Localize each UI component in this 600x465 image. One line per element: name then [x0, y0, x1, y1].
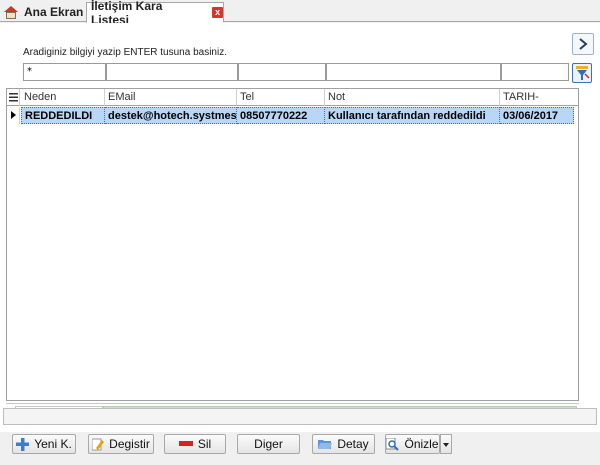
cell-neden[interactable]: REDDEDILDI	[21, 107, 105, 124]
tab-home[interactable]: Ana Ekran	[4, 2, 86, 22]
close-icon[interactable]: x	[212, 7, 223, 18]
filter-tel-input[interactable]	[238, 63, 326, 81]
search-panel: Aradiginiz bilgiyi yazip ENTER tusuna ba…	[6, 33, 594, 85]
minus-icon	[178, 441, 193, 446]
column-header-tarih[interactable]: TARIH-	[500, 89, 578, 106]
delete-label: Sil	[197, 437, 212, 451]
new-record-label: Yeni K.	[34, 437, 72, 451]
edit-icon	[92, 438, 105, 450]
column-header-neden[interactable]: Neden	[21, 89, 105, 106]
folder-icon	[318, 440, 333, 449]
other-label: Diger	[254, 437, 283, 451]
filter-button[interactable]	[572, 63, 592, 83]
cell-tel[interactable]: 08507770222	[237, 107, 325, 124]
new-record-button[interactable]: Yeni K.	[12, 434, 76, 454]
chevron-down-icon	[443, 443, 449, 447]
main-content: Aradiginiz bilgiyi yazip ENTER tusuna ba…	[0, 23, 600, 465]
grid-header: Neden EMail Tel Not TARIH-	[7, 89, 578, 106]
tab-bar: Ana Ekran İletişim Kara Listesi x	[0, 0, 600, 27]
home-icon	[4, 5, 18, 19]
search-hint: Aradiginiz bilgiyi yazip ENTER tusuna ba…	[23, 47, 227, 58]
filter-tarih-input[interactable]	[501, 63, 569, 81]
column-chooser-icon[interactable]	[7, 89, 20, 106]
filter-neden-input[interactable]: *	[23, 63, 106, 81]
filter-email-input[interactable]	[106, 63, 238, 81]
tab-contact-blacklist[interactable]: İletişim Kara Listesi x	[86, 0, 224, 27]
delete-button[interactable]: Sil	[164, 434, 226, 454]
filter-not-input[interactable]	[326, 63, 501, 81]
action-toolbar: Yeni K. Degistir Sil Diger Detay Önizle	[0, 432, 600, 465]
tab-home-label: Ana Ekran	[24, 5, 84, 19]
detail-button[interactable]: Detay	[312, 434, 375, 454]
current-row-indicator	[7, 107, 20, 124]
status-bar	[3, 408, 597, 425]
preview-button[interactable]: Önizle	[385, 434, 440, 454]
cell-email[interactable]: destek@hotech.systmes	[105, 107, 237, 124]
filter-icon	[576, 66, 590, 80]
other-button[interactable]: Diger	[237, 434, 300, 454]
column-header-not[interactable]: Not	[325, 89, 500, 106]
preview-dropdown-button[interactable]	[440, 434, 452, 454]
next-button[interactable]	[572, 33, 594, 55]
column-header-tel[interactable]: Tel	[237, 89, 325, 106]
plus-icon	[16, 437, 30, 451]
column-header-email[interactable]: EMail	[105, 89, 237, 106]
detail-label: Detay	[337, 437, 369, 451]
edit-button[interactable]: Degistir	[88, 434, 154, 454]
edit-label: Degistir	[109, 437, 150, 451]
cell-tarih[interactable]: 03/06/2017	[500, 107, 574, 124]
cell-not[interactable]: Kullanıcı tarafından reddedildi	[325, 107, 500, 124]
blacklist-grid: Neden EMail Tel Not TARIH- REDDEDILDI de…	[6, 88, 579, 401]
preview-label: Önizle	[404, 437, 439, 451]
table-row[interactable]: REDDEDILDI destek@hotech.systmes 0850777…	[7, 107, 578, 124]
chevron-right-icon	[579, 38, 588, 50]
magnifier-icon	[386, 437, 400, 451]
